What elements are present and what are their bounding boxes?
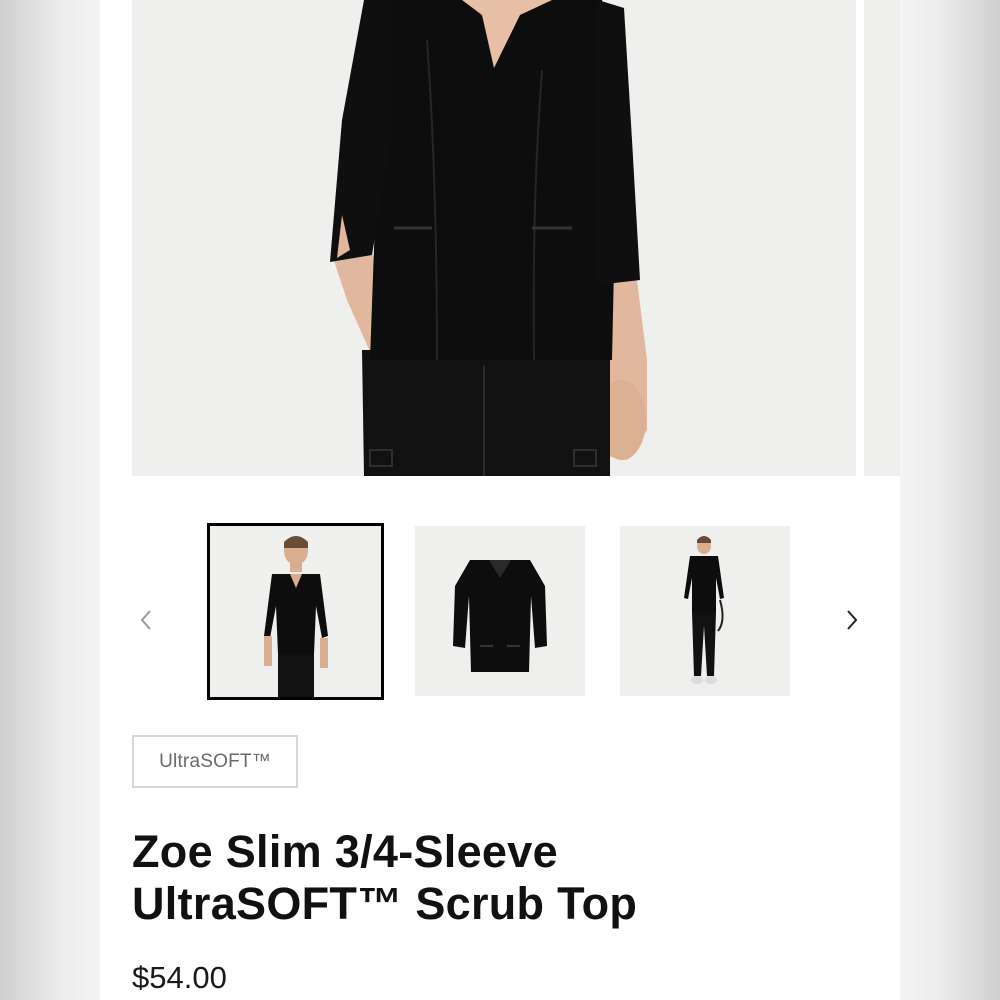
thumbnail-full-length[interactable] [620, 526, 790, 696]
chevron-left-icon [140, 610, 151, 630]
carousel-next-button[interactable] [838, 606, 866, 634]
fabric-badge: UltraSOFT™ [132, 735, 298, 788]
product-title-line-2: UltraSOFT™ Scrub Top [132, 878, 638, 929]
thumbnail-full-body-illustration [684, 536, 724, 684]
hero-illustration [330, 0, 647, 476]
product-title: Zoe Slim 3/4-Sleeve UltraSOFT™ Scrub Top [132, 826, 852, 930]
product-title-line-1: Zoe Slim 3/4-Sleeve [132, 826, 558, 877]
chevron-right-icon [847, 610, 858, 630]
next-hero-image-peek[interactable] [864, 0, 900, 476]
thumbnail-front-view[interactable] [207, 523, 384, 700]
thumbnail-garment-illustration [453, 560, 547, 672]
product-panel: UltraSOFT™ Zoe Slim 3/4-Sleeve UltraSOFT… [100, 0, 900, 1000]
thumbnail-flat-lay[interactable] [415, 526, 585, 696]
thumbnail-carousel [100, 522, 900, 702]
hero-product-image[interactable] [132, 0, 856, 476]
thumbnail-model-illustration [264, 536, 328, 697]
carousel-prev-button[interactable] [132, 606, 160, 634]
product-price: $54.00 [132, 960, 227, 995]
